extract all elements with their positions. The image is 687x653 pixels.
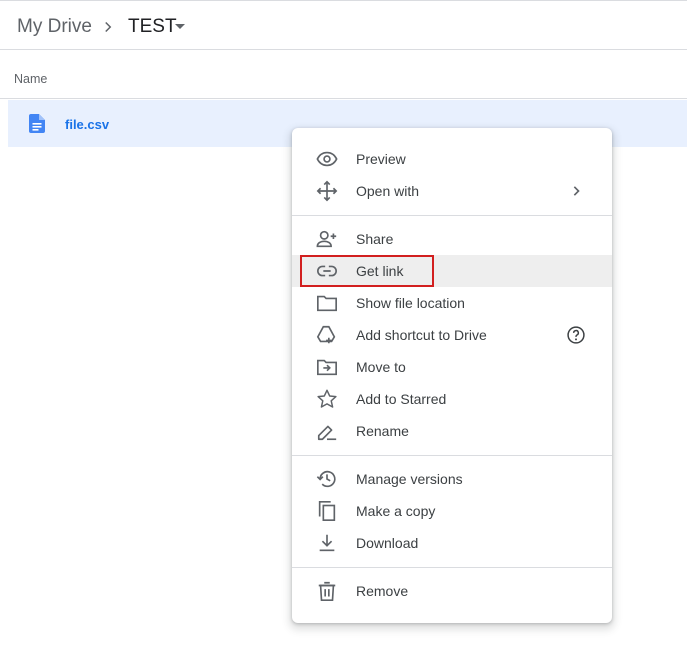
menu-item-rename[interactable]: Rename xyxy=(292,415,612,447)
menu-item-preview[interactable]: Preview xyxy=(292,143,612,175)
menu-item-label: Download xyxy=(356,535,419,551)
menu-item-label: Preview xyxy=(356,151,406,167)
menu-divider xyxy=(292,215,612,216)
breadcrumb: My Drive TEST xyxy=(0,1,687,50)
drive-shortcut-icon xyxy=(316,325,336,344)
menu-item-show-file-location[interactable]: Show file location xyxy=(292,287,612,319)
menu-divider xyxy=(292,567,612,568)
menu-divider xyxy=(292,455,612,456)
folder-move-icon xyxy=(317,359,337,376)
menu-item-open-with[interactable]: Open with xyxy=(292,175,612,207)
breadcrumb-my-drive[interactable]: My Drive xyxy=(17,16,92,38)
star-icon xyxy=(317,389,337,408)
menu-item-make-a-copy[interactable]: Make a copy xyxy=(292,495,612,527)
menu-item-add-to-starred[interactable]: Add to Starred xyxy=(292,383,612,415)
menu-item-label: Share xyxy=(356,231,394,247)
document-icon xyxy=(29,114,45,133)
menu-item-manage-versions[interactable]: Manage versions xyxy=(292,463,612,495)
column-header-name[interactable]: Name xyxy=(14,72,47,86)
pencil-icon xyxy=(317,425,337,441)
menu-item-label: Make a copy xyxy=(356,503,436,519)
person-add-icon xyxy=(316,230,337,248)
menu-item-remove[interactable]: Remove xyxy=(292,575,612,607)
menu-item-add-shortcut[interactable]: Add shortcut to Drive xyxy=(292,319,612,351)
context-menu: Preview Open with Share Get link Show fi… xyxy=(292,128,612,623)
copy-icon xyxy=(318,501,336,521)
menu-item-label: Add shortcut to Drive xyxy=(356,327,487,343)
download-icon xyxy=(319,534,335,552)
menu-item-label: Show file location xyxy=(356,295,465,311)
menu-item-label: Rename xyxy=(356,423,409,439)
file-name: file.csv xyxy=(65,117,110,132)
menu-item-label: Add to Starred xyxy=(356,391,447,407)
menu-item-share[interactable]: Share xyxy=(292,223,612,255)
menu-item-label: Open with xyxy=(356,183,420,199)
list-header: Name xyxy=(0,50,687,99)
history-icon xyxy=(316,470,336,488)
chevron-right-icon xyxy=(105,21,112,33)
menu-item-label: Move to xyxy=(356,359,406,375)
caret-down-icon[interactable] xyxy=(175,24,185,29)
trash-icon xyxy=(318,581,336,601)
move-arrows-icon xyxy=(316,180,338,202)
menu-item-move-to[interactable]: Move to xyxy=(292,351,612,383)
chevron-right-icon xyxy=(573,186,580,196)
folder-icon xyxy=(317,295,337,312)
eye-icon xyxy=(316,151,338,167)
menu-item-label: Remove xyxy=(356,583,409,599)
breadcrumb-current-folder[interactable]: TEST xyxy=(128,16,177,38)
menu-item-label: Manage versions xyxy=(356,471,463,487)
highlight-annotation-box xyxy=(300,255,434,287)
help-icon[interactable] xyxy=(566,325,586,345)
menu-item-download[interactable]: Download xyxy=(292,527,612,559)
